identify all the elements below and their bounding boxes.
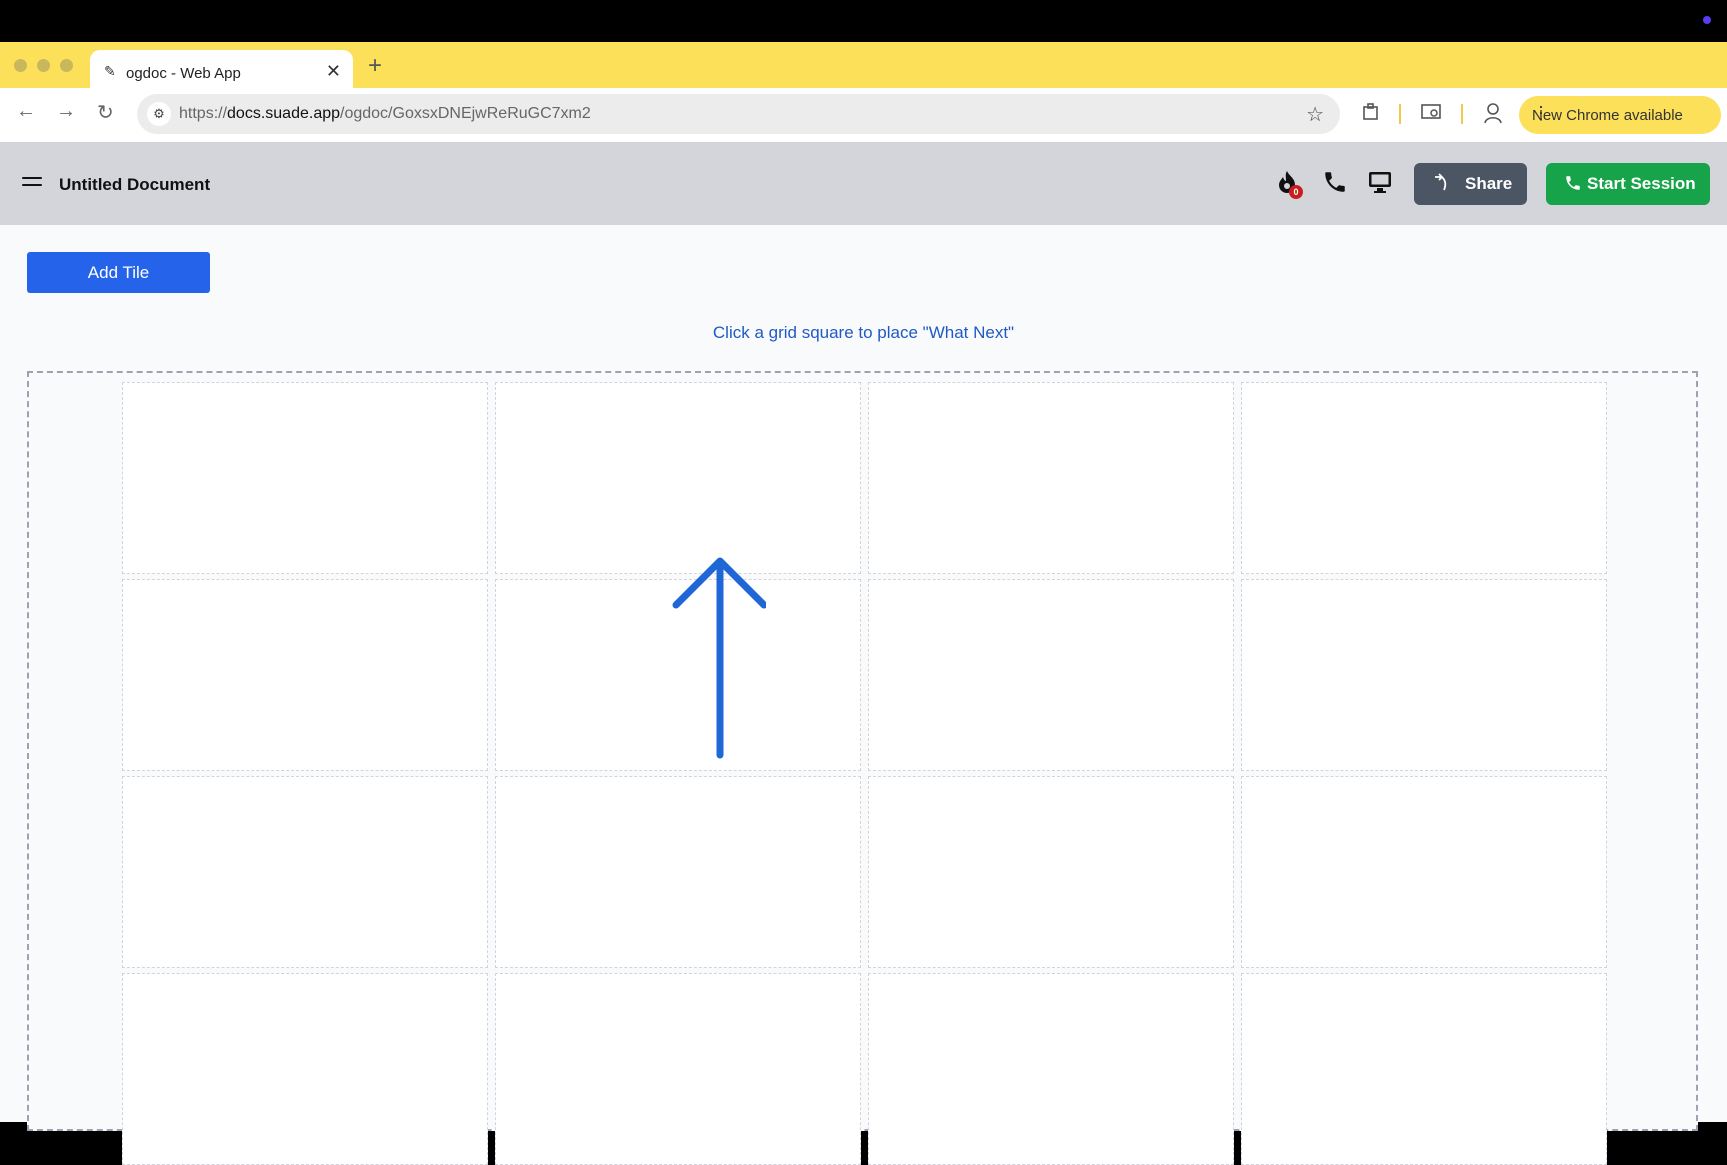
forward-icon[interactable]: →	[56, 100, 76, 123]
grid-cell[interactable]	[122, 382, 488, 574]
system-top-bar	[0, 0, 1727, 42]
grid-cell[interactable]	[1241, 776, 1607, 968]
reload-icon[interactable]: ↻	[97, 100, 114, 125]
grid-cell[interactable]	[868, 776, 1234, 968]
window-close-button[interactable]	[14, 59, 27, 72]
start-session-button[interactable]: Start Session	[1546, 163, 1710, 205]
grid-cell[interactable]	[495, 382, 861, 574]
tab-favicon-icon: ✎	[104, 63, 116, 79]
app-header: Untitled Document 0 Share Start Session	[0, 142, 1727, 225]
share-label: Share	[1465, 174, 1513, 193]
profile-avatar-icon[interactable]	[1483, 102, 1503, 124]
site-info-icon[interactable]: ⚙	[147, 102, 171, 126]
grid-cell[interactable]	[122, 776, 488, 968]
browser-toolbar: ← → ↻ ⚙ https://docs.suade.app/ogdoc/Gox…	[0, 88, 1727, 142]
screen-share-icon[interactable]	[1367, 169, 1397, 199]
grid-cell[interactable]	[1241, 973, 1607, 1165]
grid-cell[interactable]	[868, 973, 1234, 1165]
share-arrow-icon	[1432, 173, 1452, 198]
new-tab-icon[interactable]: +	[368, 52, 382, 80]
tab-title: ogdoc - Web App	[126, 65, 241, 82]
add-tile-button[interactable]: Add Tile	[27, 252, 210, 293]
share-button[interactable]: Share	[1414, 163, 1527, 205]
kebab-menu-icon[interactable]: ⋮	[1532, 103, 1709, 124]
browser-chrome: ✎ ogdoc - Web App ✕ + ← → ↻ ⚙ https://do…	[0, 42, 1727, 142]
back-icon[interactable]: ←	[16, 100, 36, 123]
window-maximize-button[interactable]	[60, 59, 73, 72]
placement-hint: Click a grid square to place "What Next"	[712, 323, 1015, 342]
main-content: Add Tile Click a grid square to place "W…	[0, 225, 1727, 1165]
phone-icon	[1564, 174, 1582, 197]
grid-cell[interactable]	[868, 382, 1234, 574]
new-chrome-available-button[interactable]: New Chrome available ⋮	[1519, 96, 1721, 134]
phone-icon[interactable]	[1322, 169, 1352, 199]
bookmark-star-icon[interactable]: ☆	[1306, 102, 1324, 127]
toolbar-divider	[1399, 104, 1401, 124]
grid-cell[interactable]	[1241, 579, 1607, 771]
tab-search-icon[interactable]	[1421, 102, 1441, 122]
extensions-icon[interactable]	[1361, 102, 1381, 122]
document-title[interactable]: Untitled Document	[59, 175, 210, 195]
menu-icon[interactable]	[22, 177, 42, 191]
grid-cell[interactable]	[122, 973, 488, 1165]
address-bar[interactable]: ⚙ https://docs.suade.app/ogdoc/GoxsxDNEj…	[137, 94, 1340, 134]
streak-flame-icon[interactable]: 0	[1275, 169, 1305, 199]
grid-cell[interactable]	[868, 579, 1234, 771]
grid-cell[interactable]	[495, 776, 861, 968]
grid-cell[interactable]	[122, 579, 488, 771]
status-dot	[1703, 16, 1711, 24]
grid-cell[interactable]	[1241, 382, 1607, 574]
up-arrow-icon	[672, 557, 766, 759]
notification-badge: 0	[1289, 185, 1303, 199]
tab-close-icon[interactable]: ✕	[326, 61, 341, 82]
toolbar-divider	[1461, 104, 1463, 124]
start-session-label: Start Session	[1587, 174, 1696, 193]
tile-grid	[27, 371, 1698, 1165]
url-text: https://docs.suade.app/ogdoc/GoxsxDNEjwR…	[179, 105, 591, 122]
window-minimize-button[interactable]	[37, 59, 50, 72]
grid-cell[interactable]	[495, 973, 861, 1165]
